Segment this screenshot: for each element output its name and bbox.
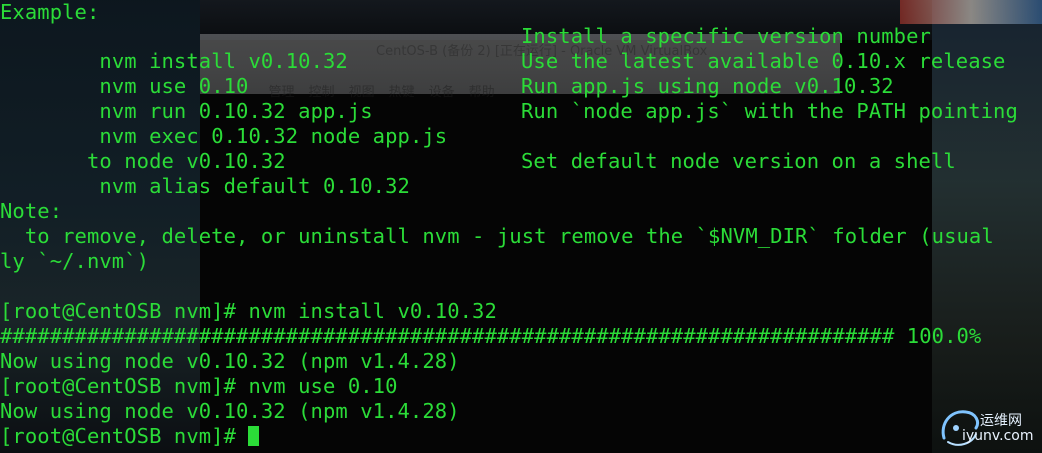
- note-text-wrap: ly `~/.nvm`): [0, 249, 150, 273]
- command-output: Now using node v0.10.32 (npm v1.4.28): [0, 349, 460, 373]
- shell-prompt-command: [root@CentOSB nvm]# nvm install v0.10.32: [0, 299, 497, 323]
- watermark-site-name: 运维网: [980, 413, 1022, 429]
- download-progress-bar: ########################################…: [0, 324, 982, 348]
- site-watermark: 运维网 iyunv.com: [936, 404, 1040, 450]
- text-cursor: [248, 426, 260, 446]
- example-row: nvm run 0.10.32 app.js Run app.js using …: [0, 74, 893, 123]
- example-description: Set default node version on a shell: [521, 149, 956, 173]
- note-text: to remove, delete, or uninstall nvm - ju…: [0, 224, 994, 248]
- screenshot: CentOS-B (备份 2) [正在运行] - Oracle VM Virtu…: [0, 0, 1042, 453]
- command-output: Now using node v0.10.32 (npm v1.4.28): [0, 399, 460, 423]
- watermark-site-url: iyunv.com: [962, 428, 1034, 444]
- example-row: nvm use 0.10 Use the latest available 0.…: [0, 49, 1005, 98]
- note-header: Note:: [0, 199, 63, 223]
- terminal-window[interactable]: Example: nvm install v0.10.32 Install a …: [0, 0, 1042, 453]
- example-description: Install a specific version number: [521, 24, 931, 48]
- shell-prompt-active[interactable]: [root@CentOSB nvm]#: [0, 424, 260, 449]
- example-row: nvm install v0.10.32 Install a specific …: [0, 24, 930, 73]
- example-header: Example:: [0, 0, 100, 24]
- example-row-wrap: to node v0.10.32: [0, 124, 286, 173]
- example-row: nvm alias default 0.10.32 Set default no…: [0, 149, 955, 198]
- example-description: Use the latest available 0.10.x release: [521, 49, 1006, 73]
- example-row: nvm exec 0.10.32 node app.js Run `node a…: [0, 99, 1017, 148]
- example-description: Run `node app.js` with the PATH pointing: [521, 99, 1018, 123]
- example-description: Run app.js using node v0.10.32: [521, 74, 894, 98]
- shell-prompt-command: [root@CentOSB nvm]# nvm use 0.10: [0, 374, 398, 398]
- shell-prompt-text: [root@CentOSB nvm]#: [0, 424, 249, 448]
- example-command: nvm alias default 0.10.32: [74, 174, 410, 198]
